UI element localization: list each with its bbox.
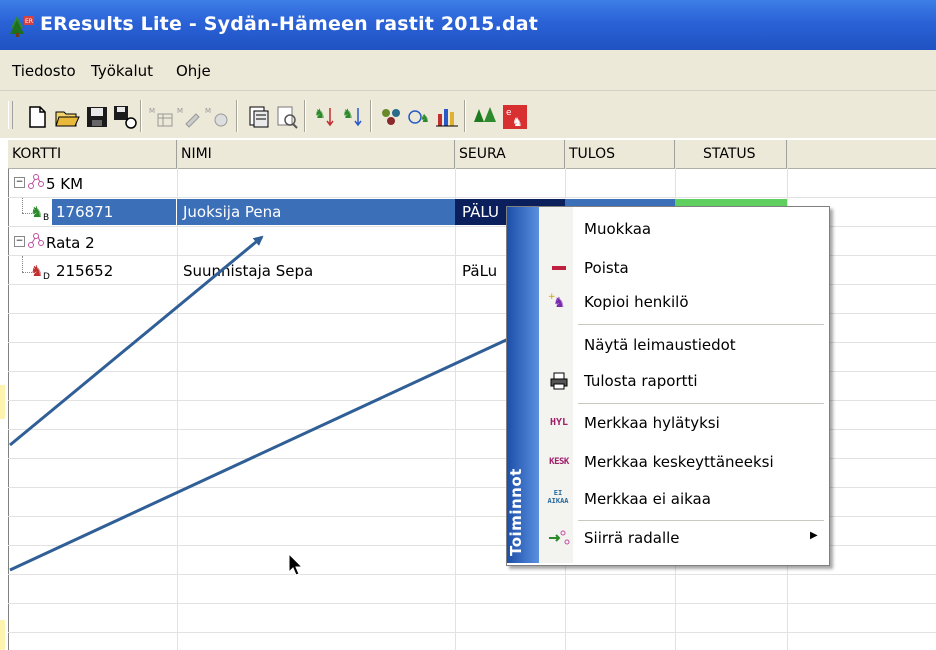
column-header-seura[interactable]: SEURA [455,140,565,168]
row-divider [8,632,936,633]
svg-text:M: M [205,107,211,115]
runner-icon: ♞ B [30,203,49,222]
svg-text:♞: ♞ [30,262,43,280]
row-divider [8,574,936,575]
left-edge-marker [0,385,5,419]
chart-icon[interactable] [434,104,460,130]
new-file-icon[interactable] [24,104,50,130]
menu-tyokalut[interactable]: Työkalut [91,62,153,80]
course-icon [28,233,44,248]
minus-icon [548,258,570,278]
toolbar-separator [140,100,142,132]
edit-tool-icon[interactable]: M [176,104,202,130]
ei-aikaa-icon: EI AIKAA [547,489,569,505]
column-divider [177,168,178,650]
kesk-icon: KESK [549,457,569,467]
svg-text:B: B [43,213,49,222]
runner-club[interactable]: PäLu [462,262,497,280]
collapse-toggle[interactable]: − [14,236,25,247]
copy-person-icon: +♞ [548,292,566,310]
menu-item-siirra-radalle[interactable]: Siirrä radalle [584,529,680,547]
runner-name[interactable]: Juoksija Pena [183,203,281,221]
submenu-arrow-icon: ▶ [810,530,818,541]
time-icon[interactable]: ♞ [406,104,432,130]
group-label[interactable]: 5 KM [46,175,83,193]
menu-item-kopioi-henkilo[interactable]: Kopioi henkilö [584,293,689,311]
context-menu-side-label: Toiminnot [507,468,525,556]
row-divider [8,603,936,604]
column-header-kortti[interactable]: KORTTI [8,140,177,168]
tree-line [22,198,24,213]
svg-text:D: D [43,272,50,281]
column-header-nimi[interactable]: NIMI [177,140,455,168]
svg-text:ER: ER [25,18,33,25]
menu-separator [578,324,824,325]
open-folder-icon[interactable] [54,104,80,130]
forest-icon[interactable] [472,104,498,130]
menu-item-merkkaa-ei-aikaa[interactable]: Merkkaa ei aikaa [584,490,711,508]
svg-text:♞: ♞ [30,203,43,221]
column-divider [455,168,456,650]
column-header-status[interactable]: STATUS [675,140,787,168]
menu-item-poista[interactable]: Poista [584,259,629,277]
svg-text:♞: ♞ [420,112,430,125]
menu-bar: Tiedosto Työkalut Ohje [0,50,936,91]
settings-tool-icon[interactable]: M [204,104,230,130]
window-title: EResults Lite - Sydän-Hämeen rastit 2015… [40,13,539,35]
title-bar: ER EResults Lite - Sydän-Hämeen rastit 2… [0,0,936,50]
team-icon[interactable] [378,104,404,130]
printer-icon [550,372,568,390]
menu-item-merkkaa-keskeyttaneeksi[interactable]: Merkkaa keskeyttäneeksi [584,453,774,471]
toolbar-grip[interactable] [8,101,13,129]
menu-separator [578,520,824,521]
menu-item-tulosta-raportti[interactable]: Tulosta raportti [584,372,698,390]
move-course-icon [549,530,570,545]
svg-text:♞: ♞ [553,295,566,310]
menu-tiedosto[interactable]: Tiedosto [12,62,76,80]
left-edge-marker [0,620,5,650]
sort-runners-icon[interactable]: ♞ [312,104,338,130]
runner-card[interactable]: 215652 [56,262,113,280]
menu-ohje[interactable]: Ohje [176,62,211,80]
menu-item-muokkaa[interactable]: Muokkaa [584,220,651,238]
sort-results-icon[interactable]: ♞ [340,104,366,130]
svg-text:M: M [149,107,155,115]
svg-text:♞: ♞ [342,107,354,122]
collapse-toggle[interactable]: − [14,177,25,188]
svg-text:M: M [177,107,183,115]
menu-separator [578,403,824,404]
toolbar-separator [370,100,372,132]
svg-text:♞: ♞ [314,107,326,122]
svg-text:♞: ♞ [512,115,523,129]
mouse-cursor-icon [288,553,304,576]
menu-item-merkkaa-hylatyksi[interactable]: Merkkaa hylätyksi [584,414,720,432]
column-header-tulos[interactable]: TULOS [565,140,675,168]
runner-club[interactable]: PÄLU [462,203,499,221]
runner-name[interactable]: Suunnistaja Sepa [183,262,313,280]
toolbar-separator [464,100,466,132]
menu-item-nayta-leimaustiedot[interactable]: Näytä leimaustiedot [584,336,736,354]
toolbar-separator [236,100,238,132]
report-icon[interactable] [246,104,272,130]
save-icon[interactable] [84,104,110,130]
tree-line [22,256,24,272]
app-tree-icon: ER [10,16,34,37]
hyl-icon: HYL [549,417,569,428]
preview-icon[interactable] [274,104,300,130]
runner-card[interactable]: 176871 [56,203,113,221]
toolbar-separator [304,100,306,132]
runner-red-icon: ♞ D [30,262,50,281]
group-label[interactable]: Rata 2 [46,234,95,252]
grid-tool-icon[interactable]: M [148,104,174,130]
save-as-icon[interactable] [112,104,138,130]
row-divider [8,197,936,198]
emit-icon[interactable]: e♞ [502,104,528,130]
course-icon [28,174,44,189]
